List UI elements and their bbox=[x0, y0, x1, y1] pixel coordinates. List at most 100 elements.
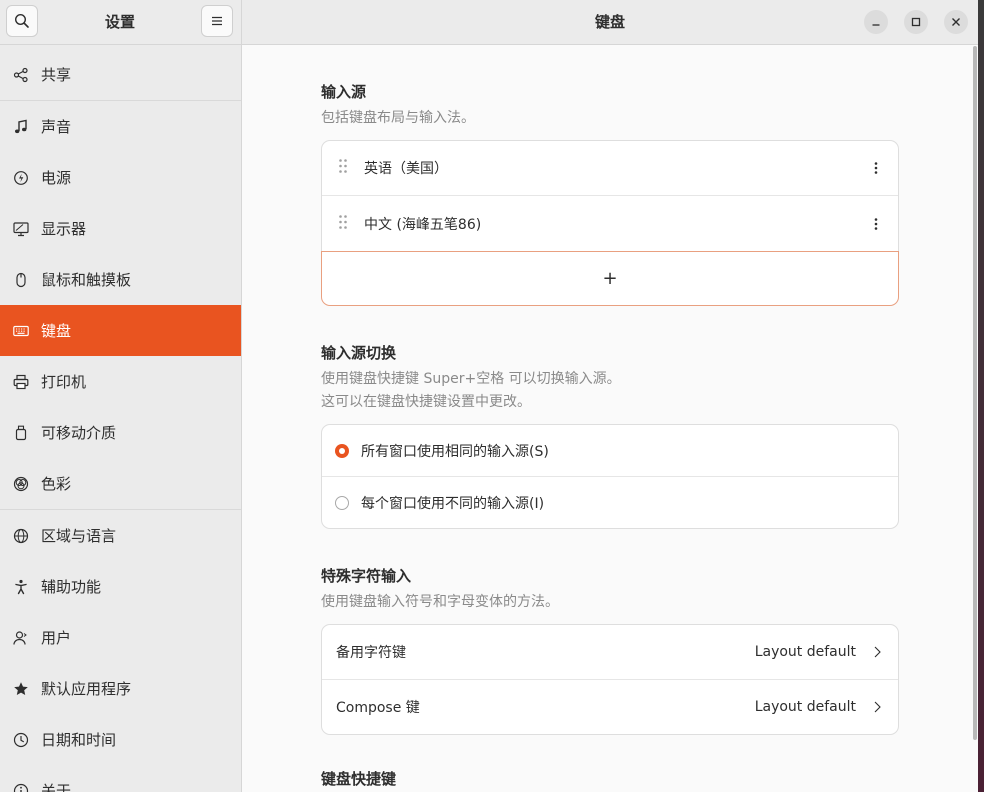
power-icon bbox=[13, 170, 29, 186]
sidebar-item-label: 可移动介质 bbox=[41, 424, 117, 442]
sidebar-item-date-time[interactable]: 日期和时间 bbox=[0, 714, 241, 765]
sidebar-item-label: 鼠标和触摸板 bbox=[41, 271, 132, 289]
alternate-chars-key-row[interactable]: 备用字符键 Layout default bbox=[322, 625, 898, 680]
sidebar-item-default-apps[interactable]: 默认应用程序 bbox=[0, 663, 241, 714]
mouse-icon bbox=[13, 272, 29, 288]
share-icon bbox=[13, 67, 29, 83]
chevron-right-icon bbox=[874, 680, 881, 734]
sidebar-item-label: 打印机 bbox=[41, 373, 87, 391]
sidebar-title: 设置 bbox=[104, 13, 135, 31]
header-bar: 键盘 bbox=[242, 0, 978, 45]
accessibility-icon bbox=[13, 579, 29, 595]
drag-handle-icon[interactable] bbox=[338, 158, 348, 178]
sidebar-item-sound[interactable]: 声音 bbox=[0, 101, 241, 152]
sidebar-item-accessibility[interactable]: 辅助功能 bbox=[0, 561, 241, 612]
keyboard-icon bbox=[13, 323, 29, 339]
globe-icon bbox=[13, 528, 29, 544]
sidebar-item-label: 用户 bbox=[41, 629, 72, 647]
sidebar-item-label: 关于 bbox=[41, 782, 72, 792]
maximize-icon bbox=[911, 17, 921, 27]
sidebar-item-label: 日期和时间 bbox=[41, 731, 117, 749]
close-button[interactable] bbox=[944, 10, 968, 34]
sidebar-item-label: 电源 bbox=[41, 169, 72, 187]
minimize-button[interactable] bbox=[864, 10, 888, 34]
switching-description-line2: 这可以在键盘快捷键设置中更改。 bbox=[321, 394, 531, 410]
sidebar-item-region-language[interactable]: 区域与语言 bbox=[0, 510, 241, 561]
sidebar-item-label: 辅助功能 bbox=[41, 578, 102, 596]
input-sources-title: 输入源 bbox=[321, 83, 367, 101]
clock-icon bbox=[13, 732, 29, 748]
user-icon bbox=[13, 630, 29, 646]
radio-same-source[interactable]: 所有窗口使用相同的输入源(S) bbox=[322, 425, 898, 477]
sidebar-item-label: 色彩 bbox=[41, 475, 72, 493]
shortcuts-title: 键盘快捷键 bbox=[321, 770, 397, 788]
input-sources-section: 输入源 包括键盘布局与输入法。 英语（美国） 中文 (海峰五笔86) + bbox=[321, 81, 899, 306]
hamburger-icon bbox=[212, 16, 222, 26]
display-icon bbox=[13, 221, 29, 237]
radio-label: 每个窗口使用不同的输入源(I) bbox=[361, 495, 545, 512]
sidebar-item-label: 默认应用程序 bbox=[41, 680, 132, 698]
keyboard-settings-content: 输入源 包括键盘布局与输入法。 英语（美国） 中文 (海峰五笔86) + 输入源… bbox=[321, 45, 899, 789]
sidebar-item-label: 区域与语言 bbox=[41, 527, 117, 545]
input-source-label: 英语（美国） bbox=[364, 161, 448, 177]
radio-per-window-source[interactable]: 每个窗口使用不同的输入源(I) bbox=[322, 477, 898, 528]
sidebar-item-power[interactable]: 电源 bbox=[0, 152, 241, 203]
special-chars-title: 特殊字符输入 bbox=[321, 567, 412, 585]
input-source-row[interactable]: 中文 (海峰五笔86) bbox=[322, 196, 898, 251]
search-icon bbox=[14, 13, 29, 28]
sidebar: 设置 共享 声音 电源 显示器 鼠标和触摸板 键盘 打印机 可移动介质 色彩 区… bbox=[0, 0, 242, 792]
switching-section: 输入源切换 使用键盘快捷键 Super+空格 可以切换输入源。 这可以在键盘快捷… bbox=[321, 342, 899, 529]
sidebar-item-keyboard[interactable]: 键盘 bbox=[0, 305, 241, 356]
row-value: Layout default bbox=[754, 699, 856, 715]
switching-title: 输入源切换 bbox=[321, 344, 397, 362]
switching-options: 所有窗口使用相同的输入源(S) 每个窗口使用不同的输入源(I) bbox=[321, 424, 899, 529]
desktop-edge bbox=[978, 0, 984, 792]
sidebar-item-label: 声音 bbox=[41, 118, 72, 136]
sidebar-item-color[interactable]: 色彩 bbox=[0, 458, 241, 509]
sidebar-item-display[interactable]: 显示器 bbox=[0, 203, 241, 254]
sidebar-item-label: 共享 bbox=[41, 66, 72, 84]
more-options-icon[interactable] bbox=[874, 196, 878, 251]
scrollbar[interactable] bbox=[973, 46, 977, 740]
sidebar-item-about[interactable]: 关于 bbox=[0, 765, 241, 792]
radio-selected-icon[interactable] bbox=[335, 443, 349, 458]
add-icon: + bbox=[602, 268, 618, 289]
color-icon bbox=[13, 476, 29, 492]
chevron-right-icon bbox=[874, 625, 881, 679]
printer-icon bbox=[13, 374, 29, 390]
row-label: Compose 键 bbox=[336, 700, 420, 716]
music-note-icon bbox=[13, 119, 29, 135]
radio-unselected-icon[interactable] bbox=[335, 495, 349, 510]
input-sources-description: 包括键盘布局与输入法。 bbox=[321, 110, 475, 126]
input-source-row[interactable]: 英语（美国） bbox=[322, 141, 898, 196]
sidebar-item-removable-media[interactable]: 可移动介质 bbox=[0, 407, 241, 458]
menu-button[interactable] bbox=[201, 5, 233, 37]
search-button[interactable] bbox=[6, 5, 38, 37]
row-value: Layout default bbox=[754, 644, 856, 660]
special-chars-list: 备用字符键 Layout default Compose 键 Layout de… bbox=[321, 624, 899, 735]
star-icon bbox=[13, 681, 29, 697]
more-options-icon[interactable] bbox=[874, 141, 878, 195]
sidebar-item-users[interactable]: 用户 bbox=[0, 612, 241, 663]
sidebar-item-label: 键盘 bbox=[41, 322, 72, 340]
settings-window: 设置 共享 声音 电源 显示器 鼠标和触摸板 键盘 打印机 可移动介质 色彩 区… bbox=[0, 0, 978, 792]
close-icon bbox=[952, 18, 960, 26]
sidebar-item-label: 显示器 bbox=[41, 220, 87, 238]
radio-label: 所有窗口使用相同的输入源(S) bbox=[361, 443, 549, 460]
sidebar-item-printers[interactable]: 打印机 bbox=[0, 356, 241, 407]
special-chars-section: 特殊字符输入 使用键盘输入符号和字母变体的方法。 备用字符键 Layout de… bbox=[321, 565, 899, 735]
input-source-label: 中文 (海峰五笔86) bbox=[364, 216, 482, 233]
input-sources-list: 英语（美国） 中文 (海峰五笔86) bbox=[321, 140, 899, 251]
removable-media-icon bbox=[13, 425, 29, 441]
compose-key-row[interactable]: Compose 键 Layout default bbox=[322, 680, 898, 734]
sidebar-item-sharing[interactable]: 共享 bbox=[0, 49, 241, 100]
switching-description-line1: 使用键盘快捷键 Super+空格 可以切换输入源。 bbox=[321, 371, 621, 387]
sidebar-header: 设置 bbox=[0, 0, 241, 45]
drag-handle-icon[interactable] bbox=[338, 214, 348, 234]
sidebar-item-mouse[interactable]: 鼠标和触摸板 bbox=[0, 254, 241, 305]
maximize-button[interactable] bbox=[904, 10, 928, 34]
add-input-source-button[interactable]: + bbox=[321, 251, 899, 306]
special-chars-description: 使用键盘输入符号和字母变体的方法。 bbox=[321, 594, 559, 610]
sidebar-list: 共享 声音 电源 显示器 鼠标和触摸板 键盘 打印机 可移动介质 色彩 区域与语… bbox=[0, 49, 241, 792]
info-icon bbox=[13, 783, 29, 792]
